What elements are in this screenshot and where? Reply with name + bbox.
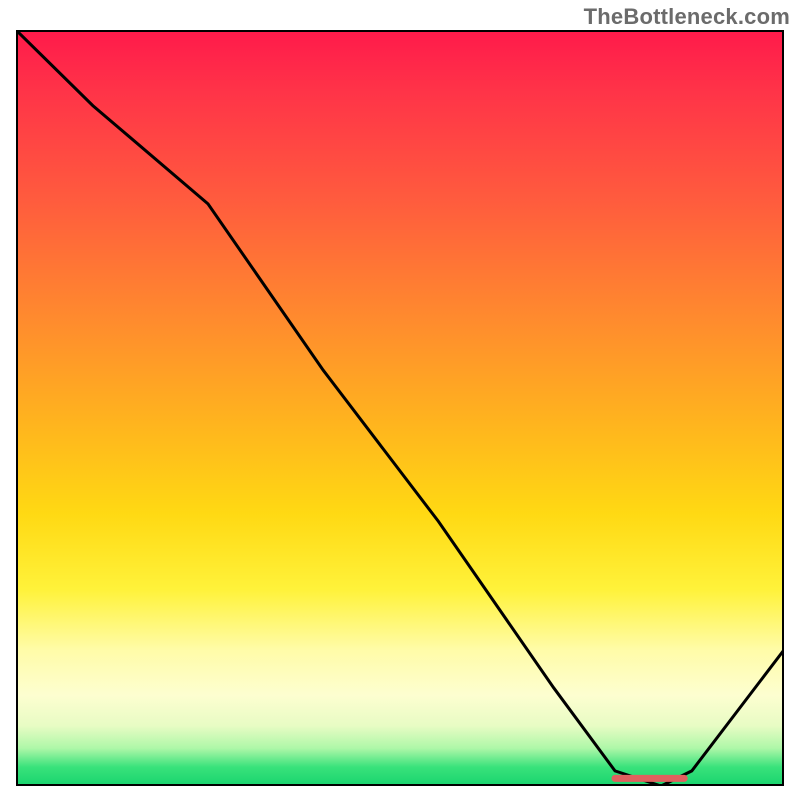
chart-background-gradient xyxy=(16,30,784,786)
watermark-text: TheBottleneck.com xyxy=(584,4,790,30)
